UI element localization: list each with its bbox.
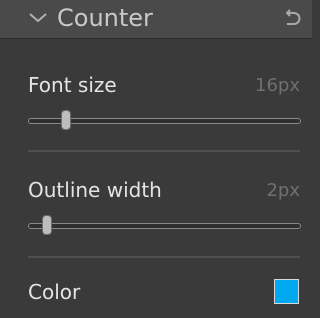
counter-settings-panel: Counter Font size 16px Outline width 2px… (0, 0, 312, 318)
divider (28, 150, 300, 152)
color-swatch[interactable] (274, 279, 299, 304)
outline-width-value: 2px (266, 180, 300, 201)
divider (28, 256, 300, 258)
font-size-slider[interactable] (28, 110, 301, 132)
panel-title: Counter (57, 4, 153, 32)
font-size-label: Font size (28, 73, 117, 97)
undo-icon[interactable] (282, 9, 302, 29)
outline-width-slider[interactable] (28, 215, 301, 237)
chevron-down-icon[interactable] (27, 6, 49, 30)
slider-thumb[interactable] (41, 215, 52, 235)
font-size-value: 16px (255, 75, 300, 96)
slider-thumb[interactable] (60, 110, 71, 130)
color-label: Color (28, 280, 81, 304)
panel-header[interactable]: Counter (0, 0, 312, 39)
outline-width-label: Outline width (28, 178, 162, 202)
slider-track (28, 223, 301, 229)
